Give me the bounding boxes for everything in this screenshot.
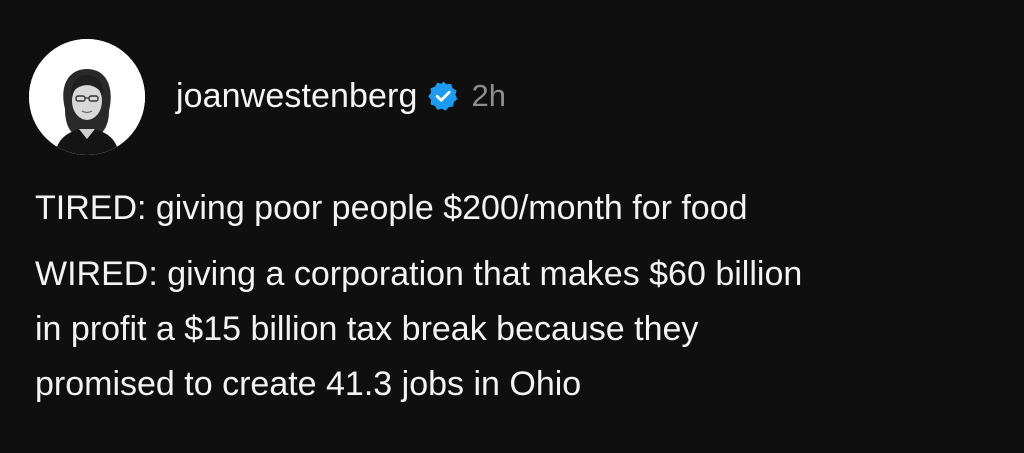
post-paragraph-wired: WIRED: giving a corporation that makes $…	[35, 255, 803, 403]
post-header: joanwestenberg 2h	[176, 72, 506, 120]
post-paragraph-tired: TIRED: giving poor people $200/month for…	[35, 189, 748, 227]
post-body: TIRED: giving poor people $200/month for…	[35, 181, 995, 412]
avatar-photo-icon	[29, 39, 145, 155]
author-avatar[interactable]	[29, 39, 145, 155]
author-username[interactable]: joanwestenberg	[176, 77, 417, 116]
post-card: joanwestenberg 2h TIRED: giving poor peo…	[0, 0, 1024, 453]
verified-badge-icon	[427, 80, 459, 112]
post-timestamp[interactable]: 2h	[471, 78, 505, 114]
